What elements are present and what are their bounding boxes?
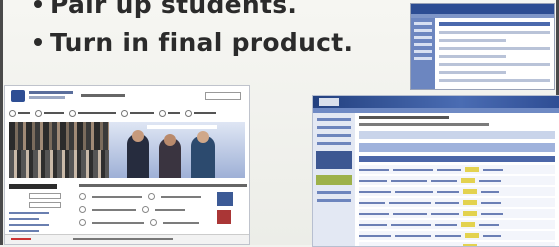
- portal-footer: [5, 234, 249, 244]
- bullet-dot-icon: [34, 38, 42, 46]
- slide-frame-left: [0, 0, 3, 245]
- table-row: [359, 231, 555, 240]
- presentation-slide: Pair up students. Turn in final product.: [0, 0, 559, 247]
- bullet-text: Pair up students.: [50, 0, 298, 19]
- table-site-content: [359, 116, 555, 246]
- bullet-item: Turn in final product.: [34, 24, 353, 62]
- portal-search-box: [205, 92, 241, 100]
- bullet-text: Turn in final product.: [50, 28, 354, 57]
- bullet-list: Pair up students. Turn in final product.: [34, 0, 353, 62]
- site-sidebar: [411, 18, 435, 89]
- table-site-sidebar: [313, 113, 355, 246]
- bullet-item: Pair up students.: [34, 0, 353, 24]
- table-row: [359, 176, 555, 185]
- table-row: [359, 209, 555, 218]
- portal-badge-icon: [217, 192, 233, 206]
- university-logo-icon: [11, 90, 25, 102]
- university-portal-screenshot: [4, 85, 250, 245]
- site-content: [439, 22, 550, 87]
- portal-header: [5, 86, 249, 102]
- table-row: [359, 187, 555, 196]
- portal-banner-image: [9, 122, 245, 178]
- table-header: [359, 156, 555, 162]
- bullet-dot-icon: [34, 0, 42, 8]
- table-row: [359, 165, 555, 174]
- site-header-bar: [411, 4, 554, 14]
- assignment-table-screenshot: [312, 95, 559, 247]
- portal-login-panel: [9, 184, 67, 240]
- table-site-header: [313, 96, 559, 108]
- portal-menu: [9, 108, 245, 118]
- table-row: [359, 198, 555, 207]
- table-row: [359, 220, 555, 229]
- course-site-screenshot: [410, 3, 555, 90]
- portal-badge-icon: [217, 210, 231, 224]
